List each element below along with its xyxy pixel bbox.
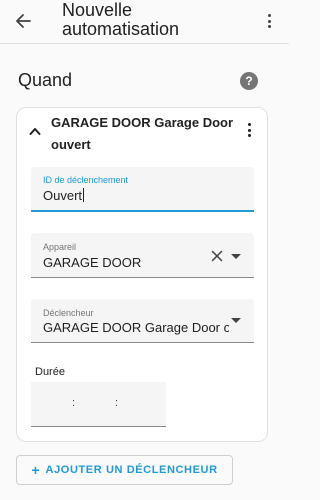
duration-separator: : xyxy=(115,397,119,409)
more-vertical-icon xyxy=(247,123,251,126)
page-title: Nouvelle automatisation xyxy=(62,0,180,39)
more-vertical-icon-dot xyxy=(247,128,251,132)
section-title: Quand xyxy=(18,70,73,90)
duration-label: Durée xyxy=(35,366,65,378)
help-circle-icon[interactable]: ? xyxy=(240,72,258,90)
trigger-id-field[interactable]: ID de déclenchement Ouvert xyxy=(31,167,254,212)
close-icon[interactable] xyxy=(211,250,223,262)
back-button[interactable] xyxy=(12,10,34,32)
trigger-value: GARAGE DOOR Garage Door ouvert xyxy=(43,320,229,335)
duration-separator: : xyxy=(72,397,76,409)
trigger-id-label: ID de déclenchement xyxy=(43,175,129,185)
trigger-label: Déclencheur xyxy=(43,308,94,318)
more-vertical-icon-dot xyxy=(267,19,271,23)
more-options-button[interactable] xyxy=(265,12,273,30)
trigger-card: GARAGE DOOR Garage Door ouvert ID de déc… xyxy=(16,107,268,442)
add-trigger-label: AJOUTER UN DÉCLENCHEUR xyxy=(45,464,218,476)
trigger-id-input[interactable]: Ouvert xyxy=(43,188,85,203)
chevron-up-icon[interactable] xyxy=(29,126,41,136)
more-vertical-icon-dot xyxy=(247,134,251,137)
trigger-select[interactable]: Déclencheur GARAGE DOOR Garage Door ouve… xyxy=(31,299,254,343)
trigger-id-value: Ouvert xyxy=(43,188,83,203)
chevron-down-icon[interactable] xyxy=(231,254,241,259)
more-vertical-icon xyxy=(267,14,271,17)
device-select[interactable]: Appareil GARAGE DOOR xyxy=(31,233,254,278)
trigger-card-title[interactable]: GARAGE DOOR Garage Door ouvert xyxy=(51,112,241,156)
chevron-down-icon[interactable] xyxy=(231,318,241,323)
add-trigger-button[interactable]: + AJOUTER UN DÉCLENCHEUR xyxy=(16,455,233,485)
arrow-left-icon xyxy=(16,14,31,28)
trigger-menu-button[interactable] xyxy=(245,122,253,138)
more-vertical-icon-dot xyxy=(267,25,271,28)
plus-icon: + xyxy=(31,462,40,478)
device-label: Appareil xyxy=(43,242,77,252)
duration-input[interactable]: : : xyxy=(31,382,166,427)
top-app-bar: Nouvelle automatisation xyxy=(0,0,289,44)
text-caret xyxy=(83,188,85,202)
device-value: GARAGE DOOR xyxy=(43,255,142,270)
